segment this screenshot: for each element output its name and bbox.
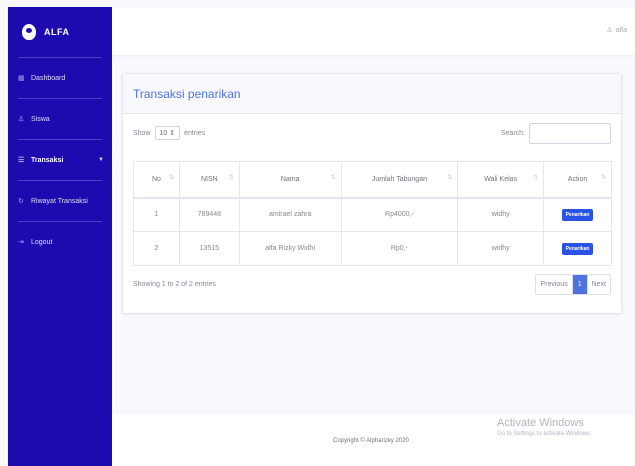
sidebar-item-label: Dashboard [31, 74, 66, 82]
table-row: 2 13515 alfa Rizky Widhi Rp0,- widhy Pen… [133, 231, 612, 266]
sort-icon: ⇅ [330, 175, 336, 181]
sort-icon: ⇅ [600, 175, 606, 181]
cell-action: Penarikan [543, 231, 612, 266]
chevron-down-icon: ▼ [98, 157, 104, 163]
cell-nama: alfa Rizky Widhi [238, 231, 342, 266]
entries-select-value: 10 [159, 130, 168, 137]
table-footer: Showing 1 to 2 of 2 entries Previous 1 N… [133, 274, 611, 295]
user-menu[interactable]: ♙ alfa [606, 26, 627, 35]
search: Search: [500, 122, 611, 144]
sort-icon: ⇅ [447, 175, 453, 181]
column-header-jumlah-tabungan[interactable]: Jumlah Tabungan ⇅ [340, 161, 459, 199]
history-icon: ↻ [18, 198, 24, 205]
sidebar-item-siswa[interactable]: ♙ Siswa [8, 99, 112, 139]
copyright: Copyright © Alpharizky 2020 [333, 438, 409, 444]
column-header-nisn[interactable]: NISN ⇅ [178, 161, 240, 199]
brand-name: ALFA [44, 27, 70, 37]
topbar: ♙ alfa [112, 7, 635, 55]
user-icon: ♙ [18, 116, 25, 123]
sort-arrows-icon: ⇕ [169, 130, 176, 137]
dashboard-icon: ▦ [18, 75, 25, 82]
previous-button[interactable]: Previous [536, 275, 572, 294]
column-header-action[interactable]: Action ⇅ [543, 161, 612, 199]
penarikan-button[interactable]: Penarikan [561, 242, 594, 255]
show-label: Show [133, 129, 151, 137]
brand[interactable]: ALFA [8, 7, 112, 57]
sort-icon: ⇅ [533, 175, 539, 181]
watermark-title: Activate Windows [497, 417, 584, 429]
column-header-no[interactable]: No ⇅ [133, 161, 180, 199]
table-controls: Show 10 ⇕ entries Search: [123, 118, 621, 148]
search-label: Search: [500, 129, 525, 137]
pagination: Previous 1 Next [535, 274, 611, 295]
sidebar-item-transaksi[interactable]: ☰ Transaksi ▼ [8, 140, 112, 180]
entries-label: entries [184, 129, 206, 137]
column-header-wali-kelas[interactable]: Wali Kelas ⇅ [457, 161, 545, 199]
table-row: 1 789448 amirael zahra Rp4000,- widhy Pe… [133, 197, 612, 232]
sidebar-item-riwayat-transaksi[interactable]: ↻ Riwayat Transaksi [8, 181, 112, 221]
sidebar-item-label: Riwayat Transaksi [31, 197, 88, 205]
cell-action: Penarikan [543, 197, 612, 232]
user-name: alfa [615, 26, 627, 34]
search-input[interactable] [529, 122, 611, 144]
transaksi-card: Transaksi penarikan Show 10 ⇕ entries Se… [122, 73, 622, 314]
penarikan-button[interactable]: Penarikan [561, 208, 594, 221]
show-entries: Show 10 ⇕ entries [133, 126, 205, 140]
cell-jumlah-tabungan: Rp0,- [340, 231, 459, 266]
sort-icon: ⇅ [228, 175, 234, 181]
column-header-nama[interactable]: Nama ⇅ [238, 161, 342, 199]
sidebar-item-label: Transaksi [31, 156, 64, 164]
table-header-row: No ⇅ NISN ⇅ Nama ⇅ Jumlah Tabungan ⇅ Wali Ke… [133, 161, 612, 199]
sidebar-item-dashboard[interactable]: ▦ Dashboard [8, 58, 112, 98]
brand-logo-icon [22, 24, 36, 40]
cell-jumlah-tabungan: Rp4000,- [340, 197, 459, 232]
sidebar: ALFA ▦ Dashboard ♙ Siswa ☰ Transaksi ▼ ↻… [8, 7, 112, 466]
cell-no: 2 [133, 231, 180, 266]
sidebar-item-label: Siswa [31, 115, 50, 123]
table-info: Showing 1 to 2 of 2 entries [133, 281, 216, 288]
user-icon: ♙ [606, 27, 613, 34]
cell-wali-kelas: widhy [457, 231, 545, 266]
next-button[interactable]: Next [586, 275, 610, 294]
cell-wali-kelas: widhy [457, 197, 545, 232]
cell-nisn: 789448 [178, 197, 240, 232]
page-1-button[interactable]: 1 [571, 275, 587, 294]
cell-nisn: 13515 [178, 231, 240, 266]
cell-no: 1 [133, 197, 180, 232]
cell-nama: amirael zahra [238, 197, 342, 232]
entries-select[interactable]: 10 ⇕ [154, 126, 181, 140]
watermark-subtitle: Go to Settings to activate Windows. [497, 431, 592, 437]
sidebar-item-logout[interactable]: ⇥ Logout [8, 222, 112, 262]
logout-icon: ⇥ [18, 239, 24, 246]
windows-activation-watermark: Activate Windows Go to Settings to activ… [497, 417, 592, 437]
list-icon: ☰ [18, 157, 25, 164]
card-header: Transaksi penarikan [123, 74, 621, 114]
sidebar-item-label: Logout [31, 238, 53, 246]
sort-icon: ⇅ [168, 175, 174, 181]
page-title: Transaksi penarikan [133, 87, 241, 101]
transaksi-table: No ⇅ NISN ⇅ Nama ⇅ Jumlah Tabungan ⇅ Wali Ke… [133, 161, 612, 266]
